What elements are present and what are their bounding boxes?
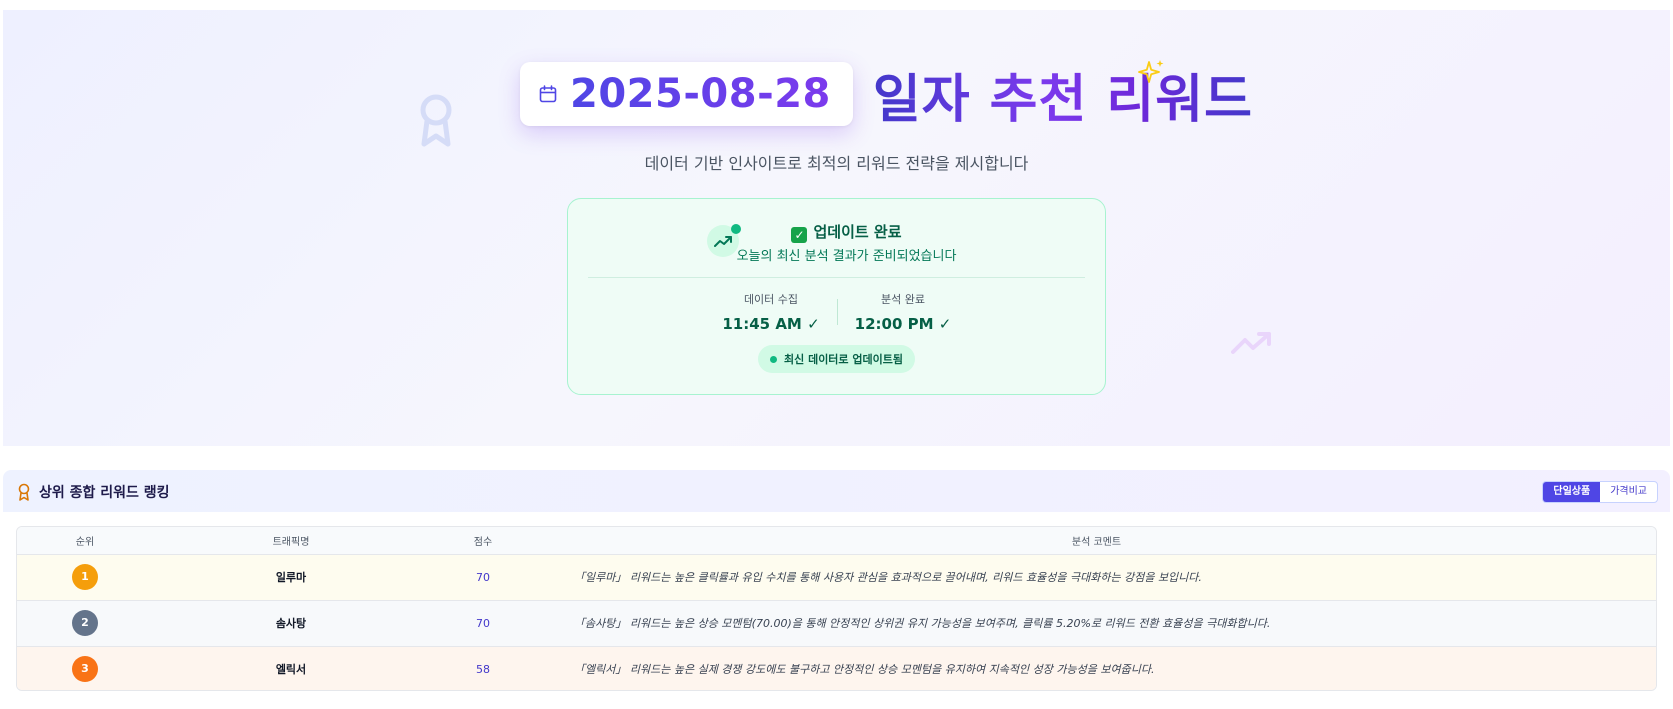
collect-time: 11:45 AM ✓: [722, 315, 820, 333]
status-description: 오늘의 최신 분석 결과가 준비되었습니다: [736, 249, 957, 264]
rank-badge: 3: [72, 656, 98, 683]
sparkle-icon: [1138, 60, 1164, 83]
comment-cell: 「엘릭서」 리워드는 높은 실제 경쟁 강도에도 불구하고 안정적인 상승 모멘…: [537, 646, 1656, 690]
collect-label: 데이터 수집: [743, 293, 799, 306]
status-title-text: 업데이트 완료: [813, 223, 902, 241]
score-cell: 70: [429, 600, 537, 647]
score-cell: 58: [429, 646, 537, 690]
status-divider: [588, 277, 1085, 278]
comment-cell: 「일루마」 리워드는 높은 클릭률과 유입 수치를 통해 사용자 관심을 효과적…: [537, 554, 1656, 601]
rank-cell: 1: [17, 554, 153, 601]
comment-cell: 「솜사탕」 리워드는 높은 상승 모멘텀(70.00)을 통해 안정적인 상위권…: [537, 600, 1656, 647]
name-cell: 솜사탕: [153, 600, 429, 647]
rank-badge: 1: [72, 564, 98, 590]
ranking-header: 상위 종합 리워드 랭킹 단일상품 가격비교: [3, 470, 1670, 512]
rank-cell: 2: [17, 600, 153, 647]
date-card: 2025-08-28: [520, 62, 853, 126]
award-decoration-icon: [420, 94, 452, 147]
hero-subtitle: 데이터 기반 인사이트로 최적의 리워드 전략을 제시합니다: [644, 154, 1029, 173]
name-cell: 엘릭서: [153, 646, 429, 690]
analysis-time-block: 분석 완료 12:00 PM ✓: [833, 291, 973, 333]
calendar-icon: [539, 85, 557, 103]
table-row[interactable]: 2 솜사탕 70 「솜사탕」 리워드는 높은 상승 모멘텀(70.00)을 통해…: [17, 600, 1656, 647]
toggle-price-compare[interactable]: 가격비교: [1600, 482, 1657, 502]
updated-dot-icon: [770, 355, 777, 363]
status-header: ✓ 업데이트 완료 오늘의 최신 분석 결과가 준비되었습니다: [568, 217, 1105, 267]
ranking-section: 상위 종합 리워드 랭킹 단일상품 가격비교 순위 트래픽명 점수 분석 코멘트…: [3, 470, 1670, 706]
analysis-time: 12:00 PM ✓: [854, 315, 952, 333]
column-header-score: 점수: [429, 527, 537, 555]
status-title: ✓ 업데이트 완료: [568, 221, 1105, 243]
score-cell: 70: [429, 554, 537, 601]
updated-pill: 최신 데이터로 업데이트됨: [758, 345, 915, 373]
ranking-title: 상위 종합 리워드 랭킹: [39, 485, 170, 501]
ranking-table: 순위 트래픽명 점수 분석 코멘트 1 일루마 70 「일루마」 리워드는 높은…: [16, 526, 1657, 691]
column-header-comment: 분석 코멘트: [537, 527, 1656, 555]
table-row[interactable]: 1 일루마 70 「일루마」 리워드는 높은 클릭률과 유입 수치를 통해 사용…: [17, 554, 1656, 601]
rank-cell: 3: [17, 646, 153, 690]
updated-pill-label: 최신 데이터로 업데이트됨: [784, 353, 903, 366]
collect-time-block: 데이터 수집 11:45 AM ✓: [701, 291, 841, 333]
analysis-label: 분석 완료: [881, 293, 925, 306]
check-icon: ✓: [791, 227, 808, 243]
toggle-single-product[interactable]: 단일상품: [1543, 482, 1601, 502]
page-title: 일자 추천 리워드: [873, 57, 1253, 132]
name-cell: 일루마: [153, 554, 429, 601]
view-toggle: 단일상품 가격비교: [1542, 481, 1658, 503]
column-header-name: 트래픽명: [153, 527, 429, 555]
rank-badge: 2: [72, 610, 98, 636]
update-status-card: ✓ 업데이트 완료 오늘의 최신 분석 결과가 준비되었습니다 데이터 수집 11…: [567, 198, 1106, 395]
date-text: 2025-08-28: [570, 71, 831, 117]
table-row[interactable]: 3 엘릭서 58 「엘릭서」 리워드는 높은 실제 경쟁 강도에도 불구하고 안…: [17, 646, 1656, 690]
award-icon: [18, 483, 30, 501]
trend-decoration-icon: [1231, 332, 1271, 354]
column-header-rank: 순위: [17, 527, 153, 555]
table-header-row: 순위 트래픽명 점수 분석 코멘트: [17, 527, 1656, 555]
